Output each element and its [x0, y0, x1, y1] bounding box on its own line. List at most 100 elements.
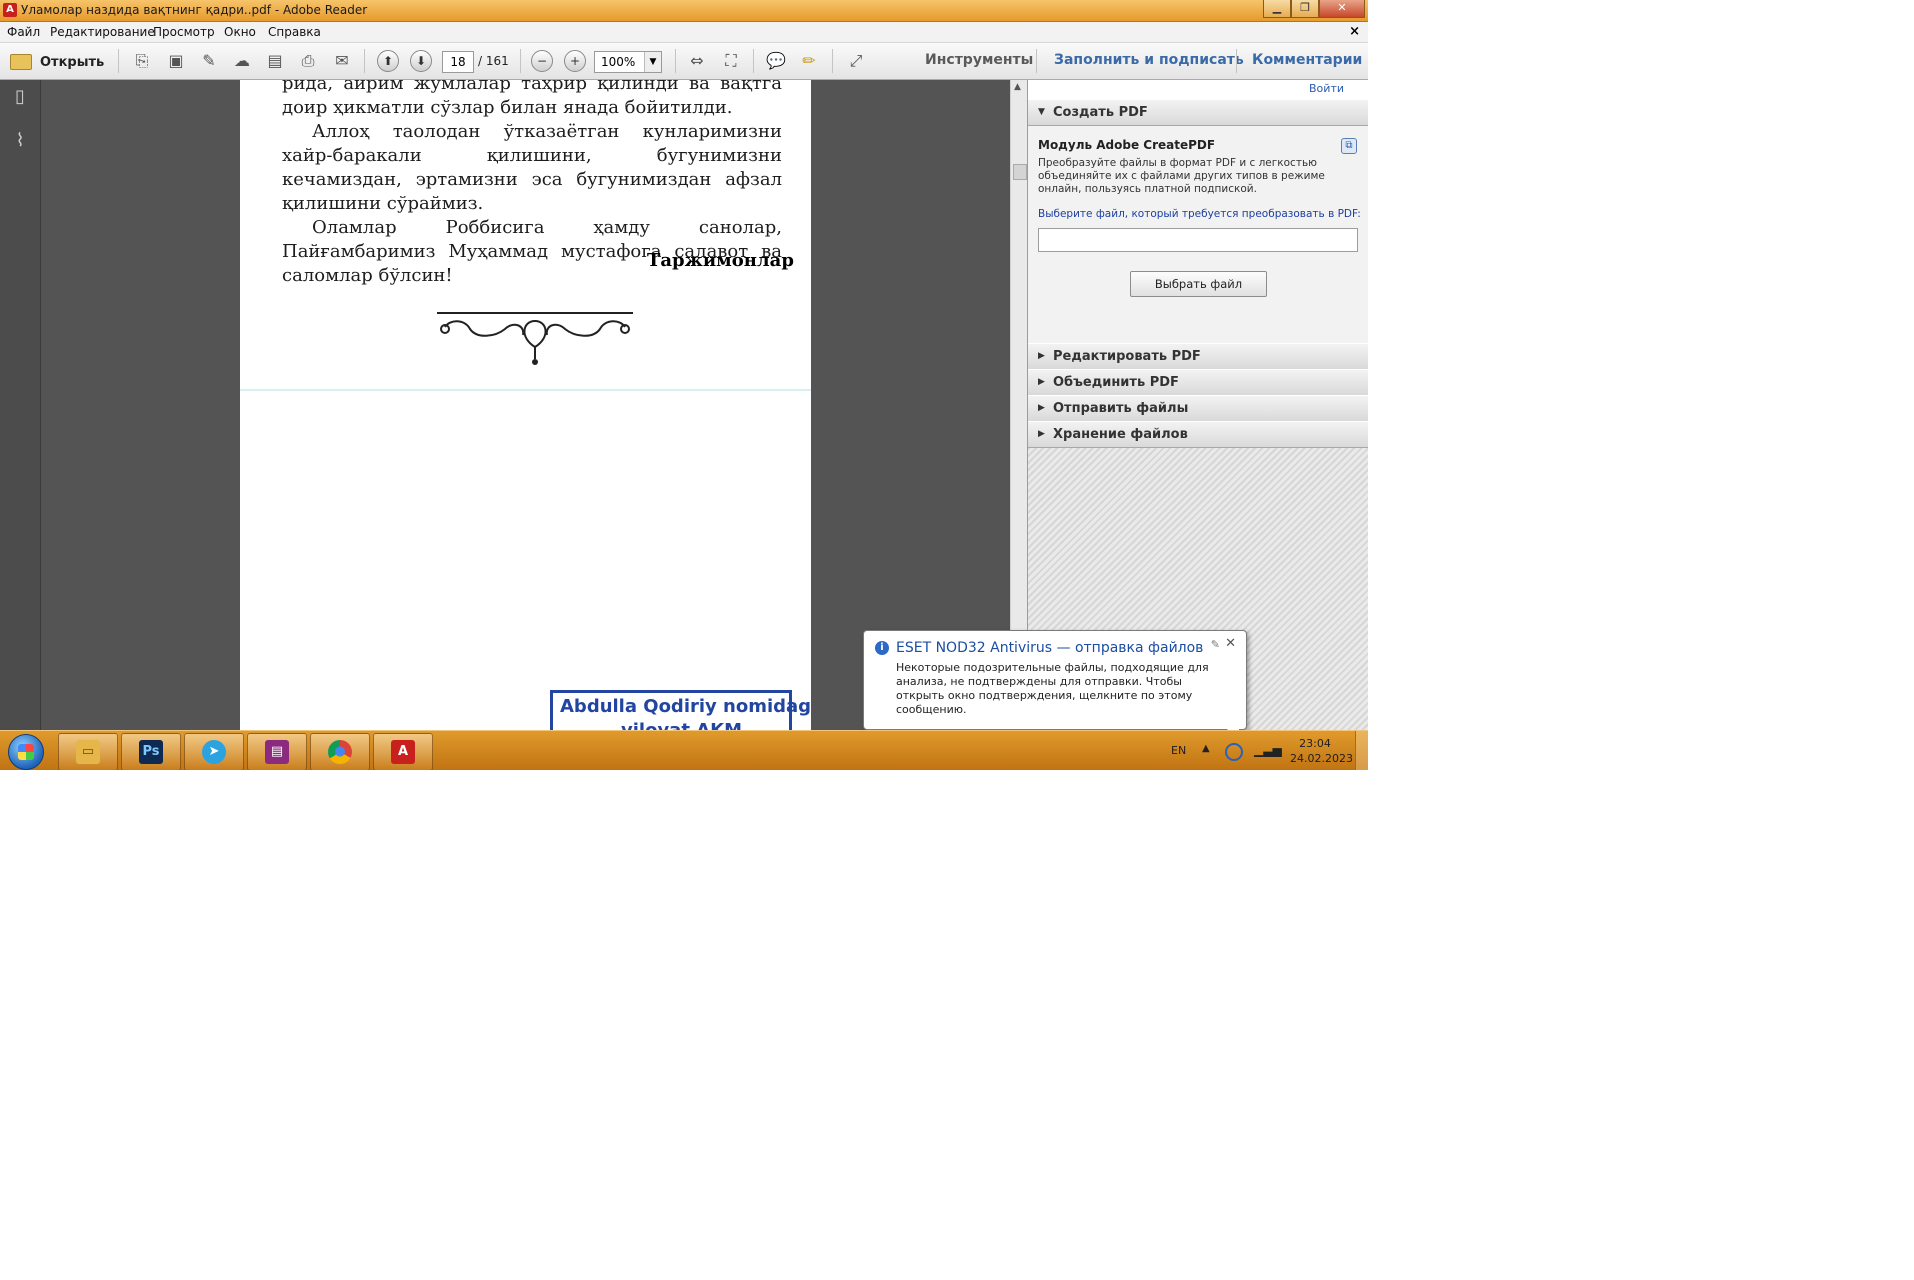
file-input[interactable]: [1038, 228, 1358, 252]
taskbar-winrar[interactable]: ▤: [247, 733, 307, 770]
fill-sign-button[interactable]: Заполнить и подписать: [1054, 52, 1244, 68]
section-combine-pdf[interactable]: ▶ Объединить PDF: [1028, 369, 1368, 396]
collapsed-triangle-icon: ▶: [1038, 377, 1045, 387]
comments-button[interactable]: Комментарии: [1252, 52, 1362, 68]
section-label: Хранение файлов: [1053, 427, 1188, 442]
close-icon[interactable]: ✕: [1225, 636, 1236, 651]
highlight-icon[interactable]: ✏: [798, 50, 820, 72]
taskbar-photoshop[interactable]: Ps: [121, 733, 181, 770]
toolbar-separator: [1236, 49, 1237, 73]
show-hidden-icons-icon[interactable]: ▲: [1202, 743, 1210, 754]
section-store-files[interactable]: ▶ Хранение файлов: [1028, 421, 1368, 448]
taskbar-telegram[interactable]: ➤: [184, 733, 244, 770]
menu-view[interactable]: Просмотр: [153, 25, 215, 39]
toolbar-separator: [520, 49, 521, 73]
attachments-icon[interactable]: ⌇: [9, 130, 31, 154]
toolbar-separator: [832, 49, 833, 73]
zoom-select[interactable]: 100% ▼: [594, 51, 662, 73]
full-screen-icon[interactable]: ⤢: [845, 50, 867, 72]
chevron-down-icon[interactable]: ▼: [644, 52, 661, 72]
section-label: Редактировать PDF: [1053, 349, 1201, 364]
menu-help[interactable]: Справка: [268, 25, 321, 39]
notification-body: Некоторые подозрительные файлы, подходящ…: [896, 661, 1209, 716]
taskbar-adobe-reader[interactable]: A: [373, 733, 433, 770]
language-indicator[interactable]: EN: [1171, 744, 1186, 757]
section-edit-pdf[interactable]: ▶ Редактировать PDF: [1028, 343, 1368, 370]
zoom-in-icon[interactable]: +: [564, 50, 586, 72]
open-label: Открыть: [40, 54, 105, 70]
fit-width-icon[interactable]: ⛶: [720, 50, 742, 72]
toolbar-separator: [364, 49, 365, 73]
taskbar-chrome[interactable]: ●: [310, 733, 370, 770]
previous-page-icon[interactable]: ⬆: [377, 50, 399, 72]
scrollbar-thumb[interactable]: [1013, 164, 1027, 180]
stamp-text: viloyat AKM: [621, 720, 742, 730]
cloud-upload-icon[interactable]: ☁: [231, 50, 253, 72]
minimize-button[interactable]: ▁: [1263, 0, 1291, 18]
eset-notification[interactable]: i ESET NOD32 Antivirus — отправка файлов…: [863, 630, 1247, 741]
explorer-icon: ▭: [76, 740, 100, 764]
open-button[interactable]: Открыть: [10, 51, 104, 73]
scroll-up-icon[interactable]: ▲: [1014, 82, 1021, 92]
toolbar-separator: [1036, 49, 1037, 73]
zoom-out-icon[interactable]: −: [531, 50, 553, 72]
paragraph: Аллоҳ таолодан ўтказаётган кунларимизни …: [282, 121, 782, 214]
next-page-icon[interactable]: ⬇: [410, 50, 432, 72]
restore-button[interactable]: ❐: [1291, 0, 1319, 18]
section-send-files[interactable]: ▶ Отправить файлы: [1028, 395, 1368, 422]
fit-page-icon[interactable]: ⇔: [686, 50, 708, 72]
choose-file-label: Выберите файл, который требуется преобра…: [1038, 208, 1361, 220]
clock[interactable]: 23:04 24.02.2023: [1290, 736, 1353, 766]
clock-date: 24.02.2023: [1290, 752, 1353, 765]
clock-time: 23:04: [1299, 737, 1331, 750]
scan-artifact: [240, 389, 811, 391]
comment-icon[interactable]: 💬: [765, 50, 787, 72]
collapsed-triangle-icon: ▶: [1038, 351, 1045, 361]
choose-file-button[interactable]: Выбрать файл: [1130, 271, 1267, 297]
winrar-icon: ▤: [265, 740, 289, 764]
windows-logo-icon: [18, 744, 34, 760]
taskbar-explorer[interactable]: ▭: [58, 733, 118, 770]
section-label: Создать PDF: [1053, 105, 1148, 120]
document-page: рида, айрим жумлалар таҳрир қилинди ва в…: [240, 80, 811, 730]
adobe-reader-icon: A: [391, 740, 415, 764]
telegram-icon: ➤: [202, 740, 226, 764]
signin-row: Войти: [1028, 80, 1368, 99]
menu-bar: Файл Редактирование Просмотр Окно Справк…: [0, 22, 1368, 43]
collapsed-triangle-icon: ▶: [1038, 429, 1045, 439]
menu-file[interactable]: Файл: [7, 25, 40, 39]
create-pdf-module-icon[interactable]: ⧉: [1341, 138, 1357, 154]
menu-edit[interactable]: Редактирование: [50, 25, 155, 39]
print-icon[interactable]: ⎙: [297, 50, 319, 72]
module-description: Преобразуйте файлы в формат PDF и с легк…: [1038, 157, 1325, 195]
toolbar-separator: [675, 49, 676, 73]
start-button[interactable]: [8, 734, 44, 770]
notification-title: ESET NOD32 Antivirus — отправка файлов: [896, 640, 1204, 656]
signin-link[interactable]: Войти: [1309, 82, 1344, 95]
email-icon[interactable]: ✉: [331, 50, 353, 72]
eset-tray-icon[interactable]: [1225, 743, 1243, 761]
tools-button[interactable]: Инструменты: [925, 52, 1033, 68]
page-number-input[interactable]: 18: [442, 51, 474, 73]
fill-form-icon[interactable]: ✎: [198, 50, 220, 72]
show-desktop-button[interactable]: [1355, 731, 1368, 770]
chrome-icon: ●: [328, 740, 352, 764]
module-title: Модуль Adobe CreatePDF: [1038, 138, 1216, 152]
info-icon: i: [875, 641, 889, 655]
menu-window[interactable]: Окно: [224, 25, 256, 39]
window-controls: ▁ ❐ ✕: [1263, 0, 1365, 19]
page-thumbnails-icon[interactable]: ▯: [9, 86, 31, 110]
save-icon[interactable]: ▤: [264, 50, 286, 72]
close-document-icon[interactable]: ×: [1349, 24, 1360, 39]
toolbar-separator: [753, 49, 754, 73]
taskbar: ▭ Ps ➤ ▤ ● A EN ▲ ▁▃▅ 23:04 24.02.2023: [0, 730, 1368, 770]
edit-pdf-icon[interactable]: ▣: [165, 50, 187, 72]
network-icon[interactable]: ▁▃▅: [1254, 743, 1282, 757]
window-title: Уламолар наздида вақтнинг қадри..pdf - A…: [21, 3, 368, 17]
close-button[interactable]: ✕: [1319, 0, 1365, 18]
section-create-pdf[interactable]: ▼ Создать PDF: [1028, 99, 1368, 126]
toolbar: Открыть ⎘ ▣ ✎ ☁ ▤ ⎙ ✉ ⬆ ⬇ 18 / 161 − + 1…: [0, 43, 1368, 80]
options-icon[interactable]: ✎: [1211, 638, 1220, 651]
paragraph: рида, айрим жумлалар таҳрир қилинди ва в…: [282, 80, 782, 118]
create-pdf-icon[interactable]: ⎘: [131, 50, 153, 72]
